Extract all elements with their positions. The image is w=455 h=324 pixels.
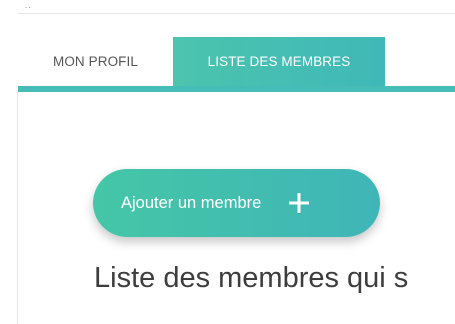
content-left-border	[17, 92, 18, 324]
top-dots: ..	[25, 1, 32, 10]
add-member-button-label: Ajouter un membre	[121, 193, 262, 212]
tab-liste-des-membres-label: LISTE DES MEMBRES	[207, 54, 351, 69]
tab-liste-des-membres[interactable]: LISTE DES MEMBRES	[173, 37, 385, 86]
plus-icon	[288, 192, 310, 214]
tab-mon-profil-label: MON PROFIL	[52, 54, 138, 69]
add-member-button[interactable]: Ajouter un membre	[93, 169, 380, 237]
tab-bar-underline	[18, 86, 455, 92]
page: .. MON PROFIL LISTE DES MEMBRES Ajouter …	[0, 0, 455, 324]
tab-bar: MON PROFIL LISTE DES MEMBRES	[18, 37, 455, 86]
tab-mon-profil[interactable]: MON PROFIL	[18, 37, 173, 86]
members-list-heading: Liste des membres qui s	[94, 262, 409, 294]
top-divider	[18, 13, 455, 14]
